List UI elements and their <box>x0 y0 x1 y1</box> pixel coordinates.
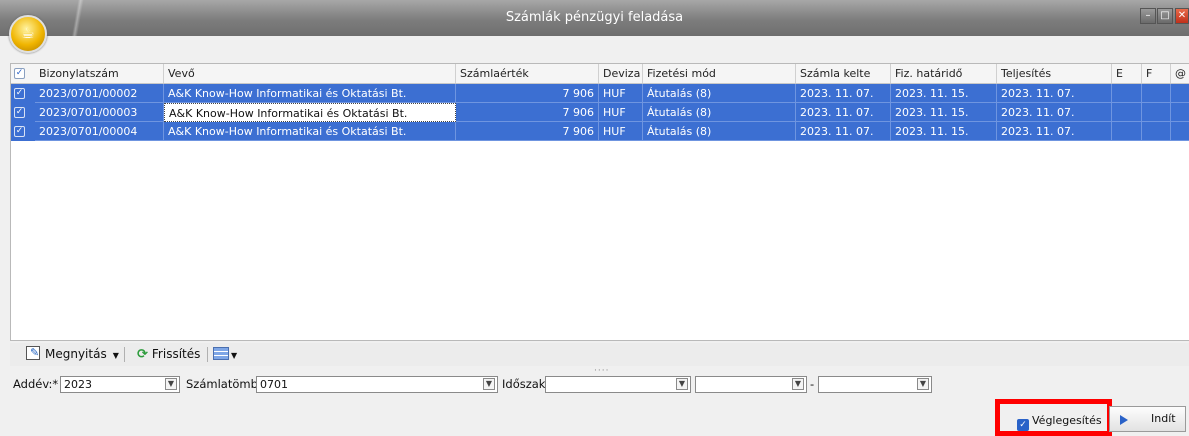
col-customer-cell[interactable]: A&K Know-How Informatikai és Oktatási Bt… <box>164 84 456 103</box>
col-e-header[interactable]: E <box>1112 64 1142 83</box>
col-e-cell[interactable] <box>1112 122 1142 141</box>
col-due-date-cell[interactable]: 2023. 11. 15. <box>891 122 997 141</box>
filter-bar: Addév:* 2023 ▼ Számlatömb:* 0701 ▼ Idősz… <box>0 374 1189 396</box>
period-separator: - <box>810 377 815 391</box>
col-currency-cell[interactable]: HUF <box>599 103 643 122</box>
close-icon[interactable]: ✕ <box>1175 8 1189 24</box>
col-invoice-value-cell[interactable]: 7 906 <box>456 122 599 141</box>
col-at-cell[interactable] <box>1171 103 1189 122</box>
col-at-cell[interactable] <box>1171 122 1189 141</box>
table-row[interactable]: ✓ 2023/0701/00003 A&K Know-How Informatika… <box>11 103 1189 122</box>
col-f-cell[interactable] <box>1142 103 1171 122</box>
col-payment-method-cell[interactable]: Átutalás (8) <box>643 103 796 122</box>
col-document-number-cell[interactable]: 2023/0701/00004 <box>35 122 164 141</box>
start-button[interactable]: Indít <box>1109 406 1186 432</box>
col-payment-method-cell[interactable]: Átutalás (8) <box>643 84 796 103</box>
play-icon <box>1120 415 1128 425</box>
row-checkbox[interactable]: ✓ <box>14 126 25 137</box>
highlight-box <box>995 399 1112 436</box>
app-orb-icon[interactable]: ☕ <box>9 15 47 53</box>
open-button[interactable]: Megnyitás ▼ <box>26 343 119 364</box>
col-e-cell[interactable] <box>1112 84 1142 103</box>
col-f-header[interactable]: F <box>1142 64 1171 83</box>
col-payment-method-cell[interactable]: Átutalás (8) <box>643 122 796 141</box>
col-currency-cell[interactable]: HUF <box>599 84 643 103</box>
row-checkbox[interactable]: ✓ <box>14 107 25 118</box>
window-title: Számlák pénzügyi feladása <box>505 10 684 25</box>
table-row[interactable]: ✓ 2023/0701/00004 A&K Know-How Informatika… <box>11 122 1189 141</box>
toolbar-separator <box>207 347 208 362</box>
year-label: Addév:* <box>13 377 59 391</box>
grid-layout-button[interactable]: ▼ <box>213 345 237 364</box>
col-due-date-cell[interactable]: 2023. 11. 15. <box>891 103 997 122</box>
col-f-cell[interactable] <box>1142 122 1171 141</box>
invoice-table: ✓ Bizonylatszám Vevő Számlaérték Deviza Fizet… <box>10 63 1189 341</box>
col-at-header[interactable]: @ <box>1171 64 1189 83</box>
block-value: 0701 <box>260 378 288 391</box>
start-label: Indít <box>1151 412 1176 425</box>
window-band <box>0 36 1189 54</box>
grid-toolbar: Megnyitás ▼ ⟳Frissítés ▼ <box>10 343 1189 366</box>
refresh-icon: ⟳ <box>137 347 148 362</box>
grid-layout-icon <box>213 347 229 360</box>
refresh-label: Frissítés <box>151 347 201 361</box>
period-from-select[interactable]: ▼ <box>545 376 691 393</box>
minimize-icon[interactable]: – <box>1140 8 1156 24</box>
col-invoice-value-header[interactable]: Számlaérték <box>456 64 599 83</box>
table-row[interactable]: ✓ 2023/0701/00002 A&K Know-How Informatika… <box>11 84 1189 103</box>
chevron-down-icon[interactable]: ▼ <box>165 378 177 390</box>
col-document-number-cell[interactable]: 2023/0701/00002 <box>35 84 164 103</box>
col-customer-header[interactable]: Vevő <box>164 64 456 83</box>
col-document-number-header[interactable]: Bizonylatszám <box>35 64 164 83</box>
chevron-down-icon[interactable]: ▼ <box>231 351 237 360</box>
open-icon <box>26 343 40 362</box>
select-all-checkbox[interactable]: ✓ <box>14 68 25 79</box>
col-f-cell[interactable] <box>1142 84 1171 103</box>
col-customer-cell[interactable]: A&K Know-How Informatikai és Oktatási Bt… <box>164 122 456 141</box>
maximize-icon[interactable]: □ <box>1157 8 1173 24</box>
col-fulfillment-cell[interactable]: 2023. 11. 07. <box>997 122 1112 141</box>
title-bar: Számlák pénzügyi feladása – □ ✕ <box>0 0 1189 36</box>
col-invoice-date-header[interactable]: Számla kelte <box>796 64 891 83</box>
table-header: ✓ Bizonylatszám Vevő Számlaérték Deviza Fizet… <box>11 64 1189 84</box>
col-due-date-header[interactable]: Fiz. határidő <box>891 64 997 83</box>
block-select[interactable]: 0701 ▼ <box>256 376 498 393</box>
open-label: Megnyitás <box>45 347 107 361</box>
col-fulfillment-header[interactable]: Teljesítés <box>997 64 1112 83</box>
col-invoice-date-cell[interactable]: 2023. 11. 07. <box>796 103 891 122</box>
col-invoice-value-cell[interactable]: 7 906 <box>456 103 599 122</box>
col-invoice-date-cell[interactable]: 2023. 11. 07. <box>796 122 891 141</box>
col-currency-header[interactable]: Deviza <box>599 64 643 83</box>
year-select[interactable]: 2023 ▼ <box>60 376 180 393</box>
chevron-down-icon[interactable]: ▼ <box>917 378 929 390</box>
row-checkbox[interactable]: ✓ <box>14 88 25 99</box>
chevron-down-icon[interactable]: ▼ <box>483 378 495 390</box>
col-invoice-date-cell[interactable]: 2023. 11. 07. <box>796 84 891 103</box>
chevron-down-icon[interactable]: ▼ <box>676 378 688 390</box>
col-invoice-value-cell[interactable]: 7 906 <box>456 84 599 103</box>
col-document-number-cell[interactable]: 2023/0701/00003 <box>35 103 164 122</box>
year-value: 2023 <box>64 378 92 391</box>
col-fulfillment-cell[interactable]: 2023. 11. 07. <box>997 84 1112 103</box>
toolbar-separator <box>124 347 125 362</box>
period-label: Időszak: <box>502 377 550 391</box>
period-from-time-select[interactable]: ▼ <box>695 376 807 393</box>
refresh-button[interactable]: ⟳ Frissítés <box>137 345 200 364</box>
col-at-cell[interactable] <box>1171 84 1189 103</box>
col-currency-cell[interactable]: HUF <box>599 122 643 141</box>
chevron-down-icon[interactable]: ▼ <box>792 378 804 390</box>
col-fulfillment-cell[interactable]: 2023. 11. 07. <box>997 103 1112 122</box>
col-e-cell[interactable] <box>1112 103 1142 122</box>
col-due-date-cell[interactable]: 2023. 11. 15. <box>891 84 997 103</box>
col-customer-cell[interactable]: A&K Know-How Informatikai és Oktatási Bt… <box>164 103 456 122</box>
chevron-down-icon[interactable]: ▼ <box>113 351 119 360</box>
col-payment-method-header[interactable]: Fizetési mód <box>643 64 796 83</box>
period-to-select[interactable]: ▼ <box>818 376 932 393</box>
